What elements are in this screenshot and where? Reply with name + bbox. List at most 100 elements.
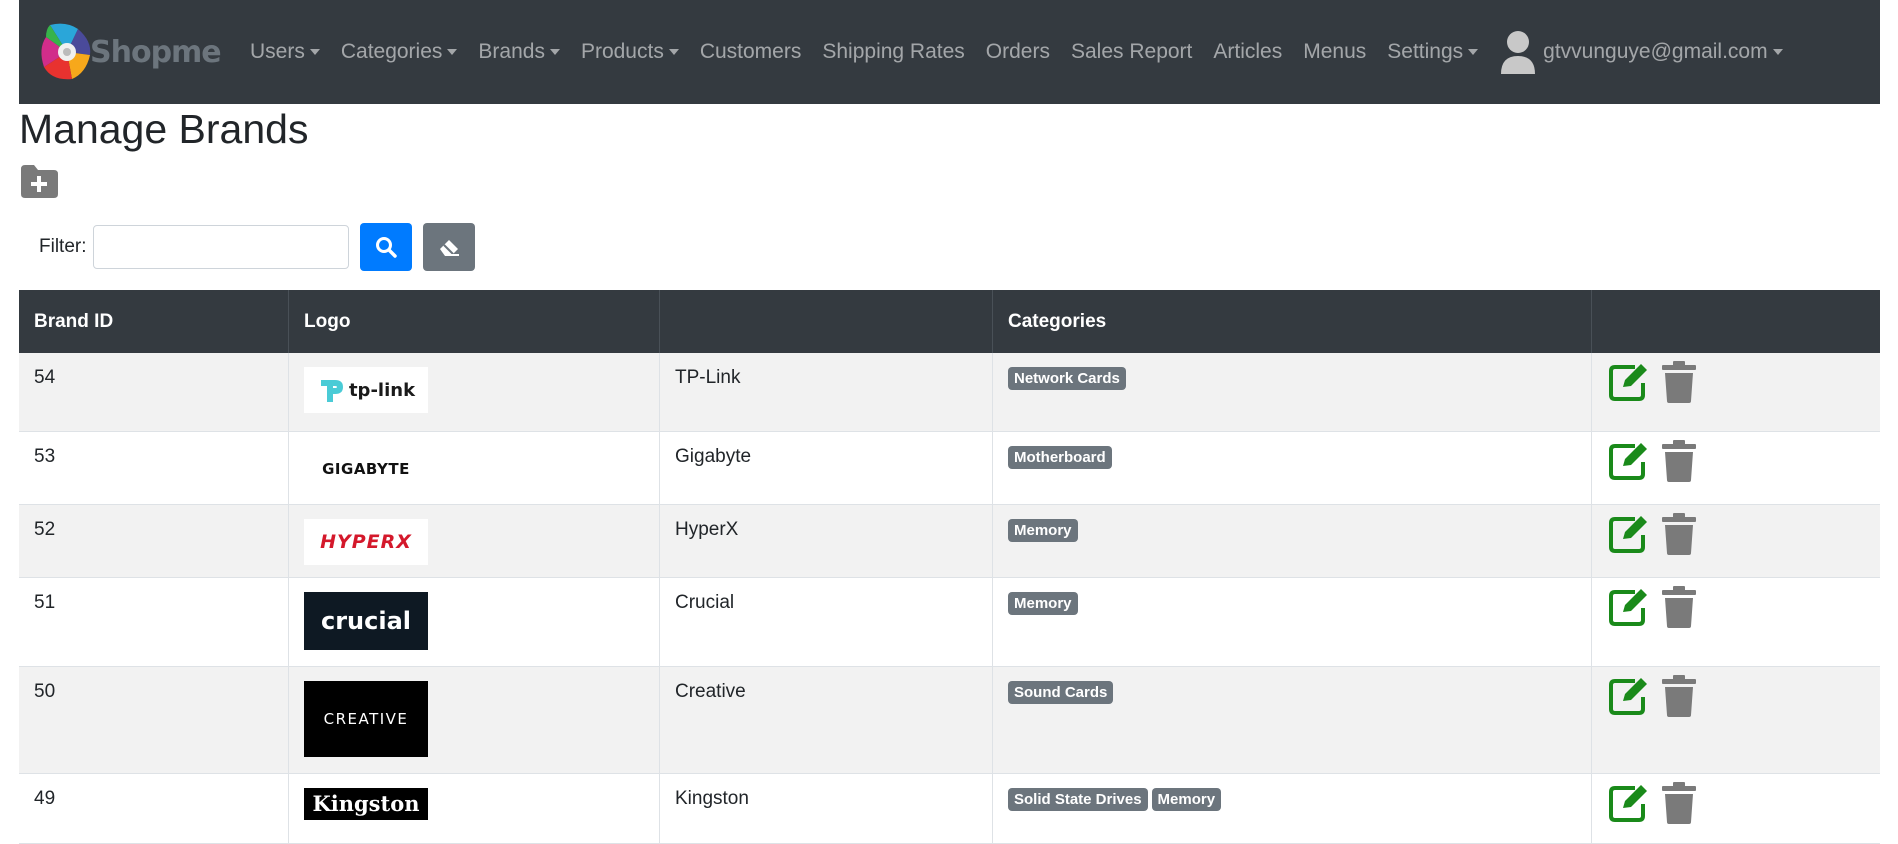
nav-categories[interactable]: Categories bbox=[341, 40, 458, 64]
nav-articles[interactable]: Articles bbox=[1213, 40, 1282, 64]
category-badge: Network Cards bbox=[1008, 367, 1126, 390]
header-name[interactable] bbox=[659, 290, 993, 353]
header-actions bbox=[1591, 290, 1880, 353]
table-row: 53 GIGABYTE Gigabyte Motherboard bbox=[19, 431, 1880, 505]
user-menu[interactable]: gtvvunguye@gmail.com bbox=[1499, 30, 1783, 74]
nav-label: Shipping Rates bbox=[822, 40, 965, 63]
row-actions bbox=[1591, 666, 1880, 774]
brand-categories: Network Cards bbox=[992, 353, 1592, 432]
header-logo: Logo bbox=[288, 290, 660, 353]
search-icon bbox=[375, 237, 397, 258]
eraser-icon bbox=[439, 240, 459, 256]
header-brand-id[interactable]: Brand ID bbox=[19, 290, 289, 353]
edit-icon[interactable] bbox=[1607, 586, 1649, 628]
trash-icon[interactable] bbox=[1661, 674, 1697, 717]
brand-name: Gigabyte bbox=[659, 431, 993, 505]
brand-logo-cell: GIGABYTE bbox=[288, 431, 660, 505]
nav-sales-report[interactable]: Sales Report bbox=[1071, 40, 1192, 64]
brand-logo-image: crucial bbox=[304, 591, 428, 650]
brand-id: 52 bbox=[19, 504, 289, 578]
chevron-down-icon bbox=[1772, 49, 1783, 55]
category-badge: Solid State Drives bbox=[1008, 787, 1148, 811]
brand-name: TP-Link bbox=[659, 353, 993, 432]
brand-categories: Memory bbox=[992, 577, 1592, 667]
nav-label: Categories bbox=[340, 40, 443, 63]
nav-label: Brands bbox=[478, 40, 545, 63]
header-categories: Categories bbox=[992, 290, 1592, 353]
table-row: 52 HYPERX HyperX Memory bbox=[19, 504, 1880, 578]
nav-label: Customers bbox=[699, 40, 802, 63]
trash-icon[interactable] bbox=[1661, 439, 1697, 482]
edit-icon[interactable] bbox=[1607, 513, 1649, 555]
nav-customers[interactable]: Customers bbox=[700, 40, 802, 64]
brand-name: Crucial bbox=[659, 577, 993, 667]
brand-id: 53 bbox=[19, 431, 289, 505]
trash-icon[interactable] bbox=[1661, 781, 1697, 824]
filter-input[interactable] bbox=[92, 225, 349, 269]
search-button[interactable] bbox=[359, 223, 412, 271]
folder-plus-icon[interactable] bbox=[19, 163, 59, 199]
nav-users[interactable]: Users bbox=[250, 40, 320, 64]
brand-name: Kingston bbox=[659, 773, 993, 844]
chevron-down-icon bbox=[668, 49, 679, 55]
brand-logo-cell: tp-link bbox=[288, 353, 660, 432]
brand-logo-image: Kingston bbox=[304, 787, 428, 820]
brand-name: HyperX bbox=[659, 504, 993, 578]
chevron-down-icon bbox=[1468, 49, 1479, 55]
edit-icon[interactable] bbox=[1607, 440, 1649, 482]
brand-id: 50 bbox=[19, 666, 289, 774]
brand-name: Shopme bbox=[90, 34, 222, 70]
category-badge: Motherboard bbox=[1008, 445, 1112, 469]
filter-form: Filter: bbox=[39, 223, 475, 271]
category-badge: Memory bbox=[1151, 787, 1222, 811]
clear-filter-button[interactable] bbox=[422, 223, 475, 271]
nav-orders[interactable]: Orders bbox=[986, 40, 1050, 64]
category-badge: Memory bbox=[1008, 591, 1078, 615]
nav-brands[interactable]: Brands bbox=[478, 40, 560, 64]
nav-menus[interactable]: Menus bbox=[1303, 40, 1366, 64]
nav-label: Articles bbox=[1213, 40, 1283, 63]
user-icon bbox=[1501, 31, 1536, 74]
table-row: 49 Kingston Kingston Solid State Drives Memo… bbox=[19, 773, 1880, 844]
chevron-down-icon bbox=[309, 49, 320, 55]
nav-label: Products bbox=[580, 40, 664, 63]
brand-logo-cell: crucial bbox=[288, 577, 660, 667]
brand-logo-cell: Kingston bbox=[288, 773, 660, 844]
brand-categories: Motherboard bbox=[992, 431, 1592, 505]
nav-label: Orders bbox=[985, 40, 1050, 63]
trash-icon[interactable] bbox=[1661, 512, 1697, 555]
table-header-row: Brand ID Logo Categories bbox=[19, 290, 1880, 353]
user-email: gtvvunguye@gmail.com bbox=[1543, 40, 1768, 63]
brand-categories: Memory bbox=[992, 504, 1592, 578]
nav-products[interactable]: Products bbox=[581, 40, 679, 64]
table-row: 54 tp-link TP-Link Network Cards bbox=[19, 353, 1880, 432]
nav-label: Sales Report bbox=[1070, 40, 1193, 63]
row-actions bbox=[1591, 504, 1880, 578]
trash-icon[interactable] bbox=[1661, 585, 1697, 628]
brand-id: 51 bbox=[19, 577, 289, 667]
brand-logo-link[interactable]: Shopme bbox=[36, 17, 226, 87]
brands-table: Brand ID Logo Categories 54 tp-link TP-Lin… bbox=[19, 290, 1880, 844]
nav-label: Users bbox=[250, 40, 305, 63]
row-actions bbox=[1591, 773, 1880, 844]
nav-menu: Users Categories Brands Products Customers Sh… bbox=[250, 40, 1499, 64]
nav-label: Settings bbox=[1387, 40, 1464, 63]
page-title: Manage Brands bbox=[19, 106, 309, 152]
category-badge: Sound Cards bbox=[1008, 680, 1114, 704]
edit-icon[interactable] bbox=[1607, 782, 1649, 824]
top-navbar: Shopme Users Categories Brands Products Cust… bbox=[19, 0, 1880, 104]
brand-logo-text: CREATIVE bbox=[323, 709, 409, 728]
edit-icon[interactable] bbox=[1607, 361, 1649, 403]
table-row: 50 CREATIVE Creative Sound Cards bbox=[19, 666, 1880, 774]
chevron-down-icon bbox=[447, 49, 458, 55]
brand-categories: Solid State Drives Memory bbox=[992, 773, 1592, 844]
row-actions bbox=[1591, 577, 1880, 667]
trash-icon[interactable] bbox=[1661, 361, 1697, 403]
nav-label: Menus bbox=[1303, 40, 1367, 63]
brand-logo-image: HYPERX bbox=[304, 518, 428, 565]
edit-icon[interactable] bbox=[1607, 675, 1649, 717]
nav-shipping-rates[interactable]: Shipping Rates bbox=[822, 40, 964, 64]
brand-logo-image: tp-link bbox=[304, 367, 428, 413]
row-actions bbox=[1591, 353, 1880, 432]
nav-settings[interactable]: Settings bbox=[1387, 40, 1479, 64]
